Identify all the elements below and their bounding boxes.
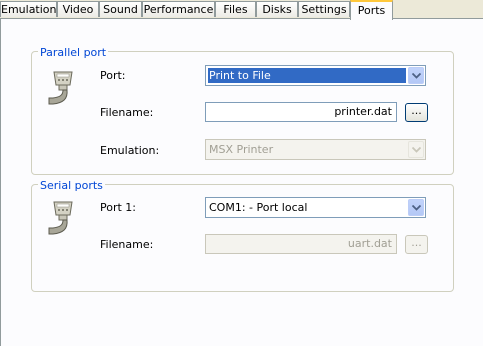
serial-filename-field[interactable]: uart.dat (205, 234, 397, 254)
tab-files[interactable]: Files (215, 1, 256, 17)
tab-video[interactable]: Video (57, 1, 99, 17)
parallel-emulation-select[interactable]: MSX Printer (205, 139, 426, 160)
chevron-down-icon[interactable] (408, 141, 424, 158)
chevron-down-icon[interactable] (408, 199, 424, 216)
parallel-browse-button[interactable]: ... (405, 103, 428, 122)
serial-port-connector-icon (48, 201, 73, 235)
tab-ports[interactable]: Ports (350, 0, 393, 20)
serial-port1-select[interactable]: COM1: - Port local (205, 197, 426, 218)
tab-strip: Emulation Video Sound Performance Files … (0, 0, 483, 20)
parallel-port-value: Print to File (208, 68, 406, 83)
serial-filename-label: Filename: (100, 238, 154, 251)
parallel-filename-label: Filename: (100, 106, 154, 119)
tab-disks[interactable]: Disks (256, 1, 298, 17)
parallel-port-title: Parallel port (38, 46, 109, 59)
tab-sound[interactable]: Sound (99, 1, 142, 17)
chevron-down-icon[interactable] (408, 67, 424, 84)
tab-settings[interactable]: Settings (298, 1, 350, 17)
tab-emulation[interactable]: Emulation (0, 1, 57, 17)
serial-ports-title: Serial ports (38, 179, 105, 192)
serial-port1-value: COM1: - Port local (209, 201, 308, 214)
parallel-emulation-label: Emulation: (100, 144, 160, 157)
parallel-emulation-value: MSX Printer (209, 143, 274, 156)
serial-port1-label: Port 1: (100, 201, 137, 214)
serial-browse-button[interactable]: ... (405, 235, 428, 254)
tab-performance[interactable]: Performance (142, 1, 215, 17)
parallel-port-select[interactable]: Print to File (205, 65, 426, 86)
parallel-port-connector-icon (48, 71, 73, 105)
parallel-port-label: Port: (100, 69, 126, 82)
parallel-filename-field[interactable]: printer.dat (205, 102, 397, 122)
